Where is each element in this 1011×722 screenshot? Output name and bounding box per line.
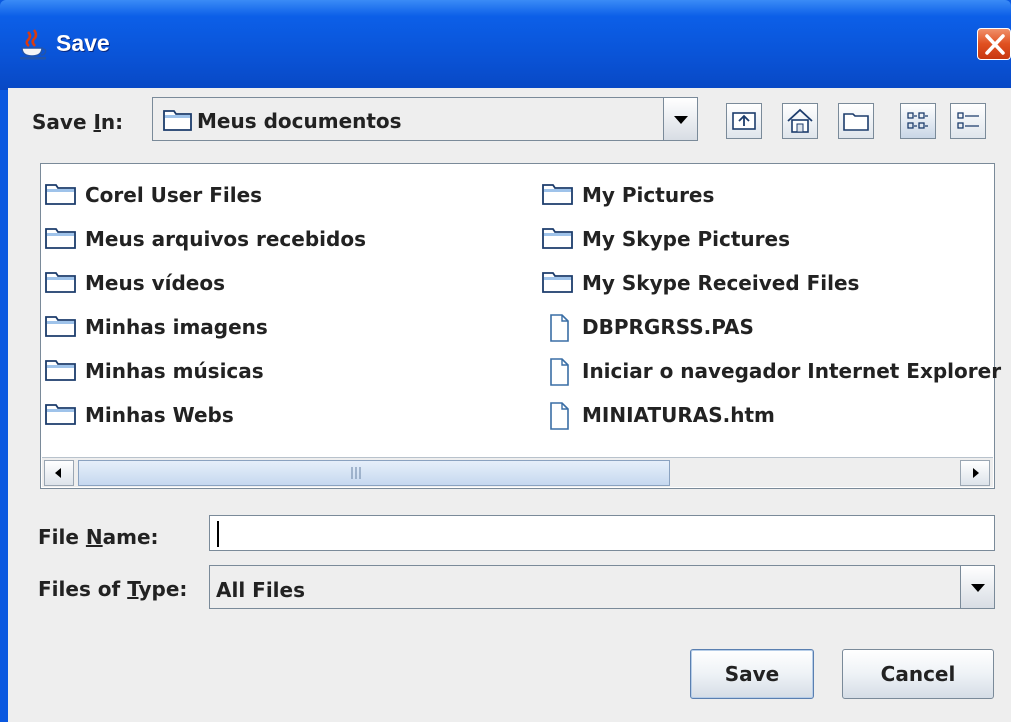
list-item-label: Meus vídeos: [85, 271, 225, 295]
save-in-label: Save In:: [32, 110, 124, 134]
scroll-left-button[interactable]: [44, 460, 74, 486]
list-item-label: My Skype Pictures: [582, 227, 790, 251]
text-caret: [217, 521, 219, 547]
grip-icon: [351, 467, 361, 479]
list-item-label: Iniciar o navegador Internet Explorer: [582, 359, 1002, 383]
close-icon: [985, 34, 1005, 55]
save-in-value: Meus documentos: [197, 109, 402, 133]
create-new-folder-icon: [843, 113, 869, 131]
save-in-dropdown-button[interactable]: [663, 98, 697, 140]
file-type-combobox[interactable]: All Files: [209, 565, 995, 609]
home-button[interactable]: [782, 103, 818, 139]
save-in-combobox[interactable]: Meus documentos: [152, 97, 698, 141]
close-button[interactable]: [977, 28, 1011, 60]
list-item-label: DBPRGRSS.PAS: [582, 315, 754, 339]
scroll-thumb[interactable]: [78, 460, 670, 486]
arrow-right-icon: [973, 468, 979, 478]
list-item-label: Minhas Webs: [85, 403, 234, 427]
list-item-label: Minhas imagens: [85, 315, 268, 339]
scroll-right-button[interactable]: [960, 460, 990, 486]
chevron-down-icon: [971, 584, 985, 592]
list-item-label: Minhas músicas: [85, 359, 264, 383]
save-button[interactable]: Save: [690, 649, 814, 699]
save-dialog: Save Save In: Meus documentos Corel User…: [0, 0, 1011, 722]
file-type-dropdown-button[interactable]: [960, 566, 994, 608]
new-folder-button[interactable]: [838, 103, 874, 139]
file-name-input[interactable]: [209, 515, 995, 551]
home-icon: [787, 108, 813, 133]
list-item-label: Corel User Files: [85, 183, 263, 207]
up-one-level-icon: [732, 112, 756, 130]
list-view-button[interactable]: [900, 103, 936, 139]
chevron-down-icon: [674, 116, 688, 124]
details-view-icon: [957, 112, 979, 129]
up-one-level-button[interactable]: [726, 103, 762, 139]
details-view-button[interactable]: [950, 103, 986, 139]
java-coffee-icon: [20, 29, 47, 60]
file-list[interactable]: Corel User Files Meus arquivos recebidos M…: [40, 163, 1001, 489]
list-item-label: My Skype Received Files: [582, 271, 860, 295]
dialog-content: Save In: Meus documentos Corel User File…: [8, 88, 1011, 722]
list-item-label: My Pictures: [582, 183, 715, 207]
file-type-label: Files of Type:: [38, 577, 188, 601]
window-title: Save: [56, 30, 110, 56]
folder-icon: [163, 110, 192, 131]
title-bar[interactable]: Save: [0, 0, 1011, 90]
cancel-button[interactable]: Cancel: [842, 649, 994, 699]
arrow-left-icon: [55, 468, 61, 478]
file-name-label: File Name:: [38, 525, 159, 549]
file-type-value: All Files: [216, 578, 305, 602]
list-view-icon: [907, 112, 928, 129]
list-item-label: Meus arquivos recebidos: [85, 227, 366, 251]
horizontal-scrollbar[interactable]: [42, 457, 993, 487]
list-item-label: MINIATURAS.htm: [582, 403, 775, 427]
